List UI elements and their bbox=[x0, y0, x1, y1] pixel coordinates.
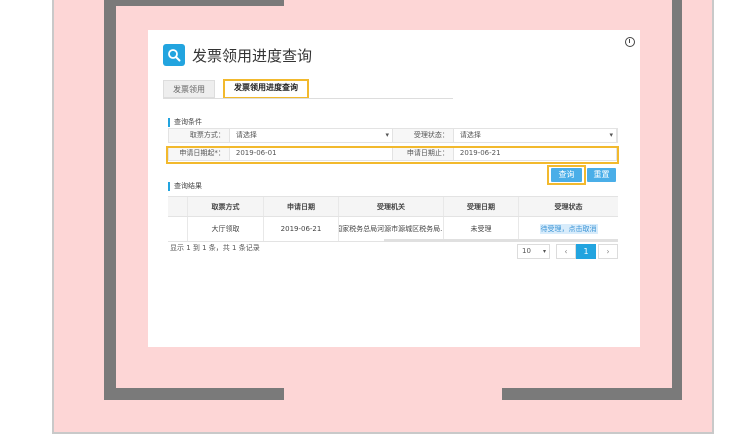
prev-page-button[interactable]: ‹ bbox=[556, 244, 576, 259]
form-row-2: 申请日期起*： 2019-06-01 申请日期止： 2019-06-21 bbox=[168, 146, 618, 161]
power-close-icon[interactable] bbox=[625, 37, 635, 47]
form-row-1: 取票方式： 请选择 受理状态： 请选择 bbox=[168, 128, 618, 143]
tab-invoice-requisition[interactable]: 发票领用 bbox=[163, 80, 215, 98]
header-spacer bbox=[168, 197, 188, 216]
search-button[interactable]: 查询 bbox=[551, 168, 582, 182]
frame-right bbox=[672, 0, 682, 400]
column-header: 申请日期 bbox=[264, 197, 339, 216]
cell-fetch-method: 大厅领取 bbox=[188, 217, 264, 241]
results-table: 取票方式 申请日期 受理机关 受理日期 受理状态 大厅领取 2019-06-21… bbox=[168, 196, 618, 242]
search-icon bbox=[163, 44, 185, 66]
table-header-row: 取票方式 申请日期 受理机关 受理日期 受理状态 bbox=[168, 196, 618, 217]
current-page-button[interactable]: 1 bbox=[576, 244, 596, 259]
page-title: 发票领用进度查询 bbox=[192, 46, 313, 65]
row-spacer bbox=[168, 217, 188, 241]
next-page-button[interactable]: › bbox=[598, 244, 618, 259]
window-title-bar: 发票领用进度查询 bbox=[163, 44, 312, 66]
left-border-line bbox=[52, 0, 54, 434]
right-border-line bbox=[712, 0, 714, 434]
results-section-title: 查询结果 bbox=[168, 182, 202, 191]
status-select[interactable]: 请选择 bbox=[454, 129, 617, 142]
cell-status: 待受理，点击取消 bbox=[519, 217, 618, 241]
status-label: 受理状态： bbox=[393, 129, 454, 142]
start-date-label: 申请日期起*： bbox=[169, 147, 230, 160]
fetch-method-select[interactable]: 请选择 bbox=[230, 129, 393, 142]
tab-bar: 发票领用 发票领用进度查询 bbox=[163, 79, 309, 99]
end-date-label: 申请日期止： bbox=[393, 147, 454, 160]
query-window: 发票领用进度查询 发票领用 发票领用进度查询 查询条件 取票方式： 请选择 受理… bbox=[148, 30, 640, 347]
cell-accept-date: 未受理 bbox=[444, 217, 519, 241]
frame-bottom-left bbox=[104, 388, 284, 400]
cell-apply-date: 2019-06-21 bbox=[264, 217, 339, 241]
column-header: 取票方式 bbox=[188, 197, 264, 216]
cancel-link[interactable]: 待受理，点击取消 bbox=[539, 224, 598, 234]
fetch-method-label: 取票方式： bbox=[169, 129, 230, 142]
column-header: 受理机关 bbox=[339, 197, 444, 216]
column-header: 受理日期 bbox=[444, 197, 519, 216]
frame-bottom-right bbox=[502, 388, 682, 400]
start-date-input[interactable]: 2019-06-01 bbox=[230, 147, 393, 160]
tab-invoice-progress-query[interactable]: 发票领用进度查询 bbox=[223, 79, 309, 99]
page-size-select[interactable]: 10 bbox=[517, 244, 550, 259]
tab-underline bbox=[163, 98, 453, 99]
reset-button[interactable]: 重置 bbox=[587, 168, 616, 182]
end-date-input[interactable]: 2019-06-21 bbox=[454, 147, 617, 160]
cell-authority: 国家税务总局河源市源城区税务局... bbox=[339, 217, 444, 241]
frame-left bbox=[104, 0, 116, 400]
record-summary: 显示 1 到 1 条，共 1 条记录 bbox=[170, 244, 260, 252]
query-form: 取票方式： 请选择 受理状态： 请选择 申请日期起*： 2019-06-01 申… bbox=[168, 128, 618, 161]
horizontal-scrollbar[interactable] bbox=[384, 239, 618, 242]
column-header: 受理状态 bbox=[554, 202, 583, 211]
query-section-title: 查询条件 bbox=[168, 118, 202, 127]
